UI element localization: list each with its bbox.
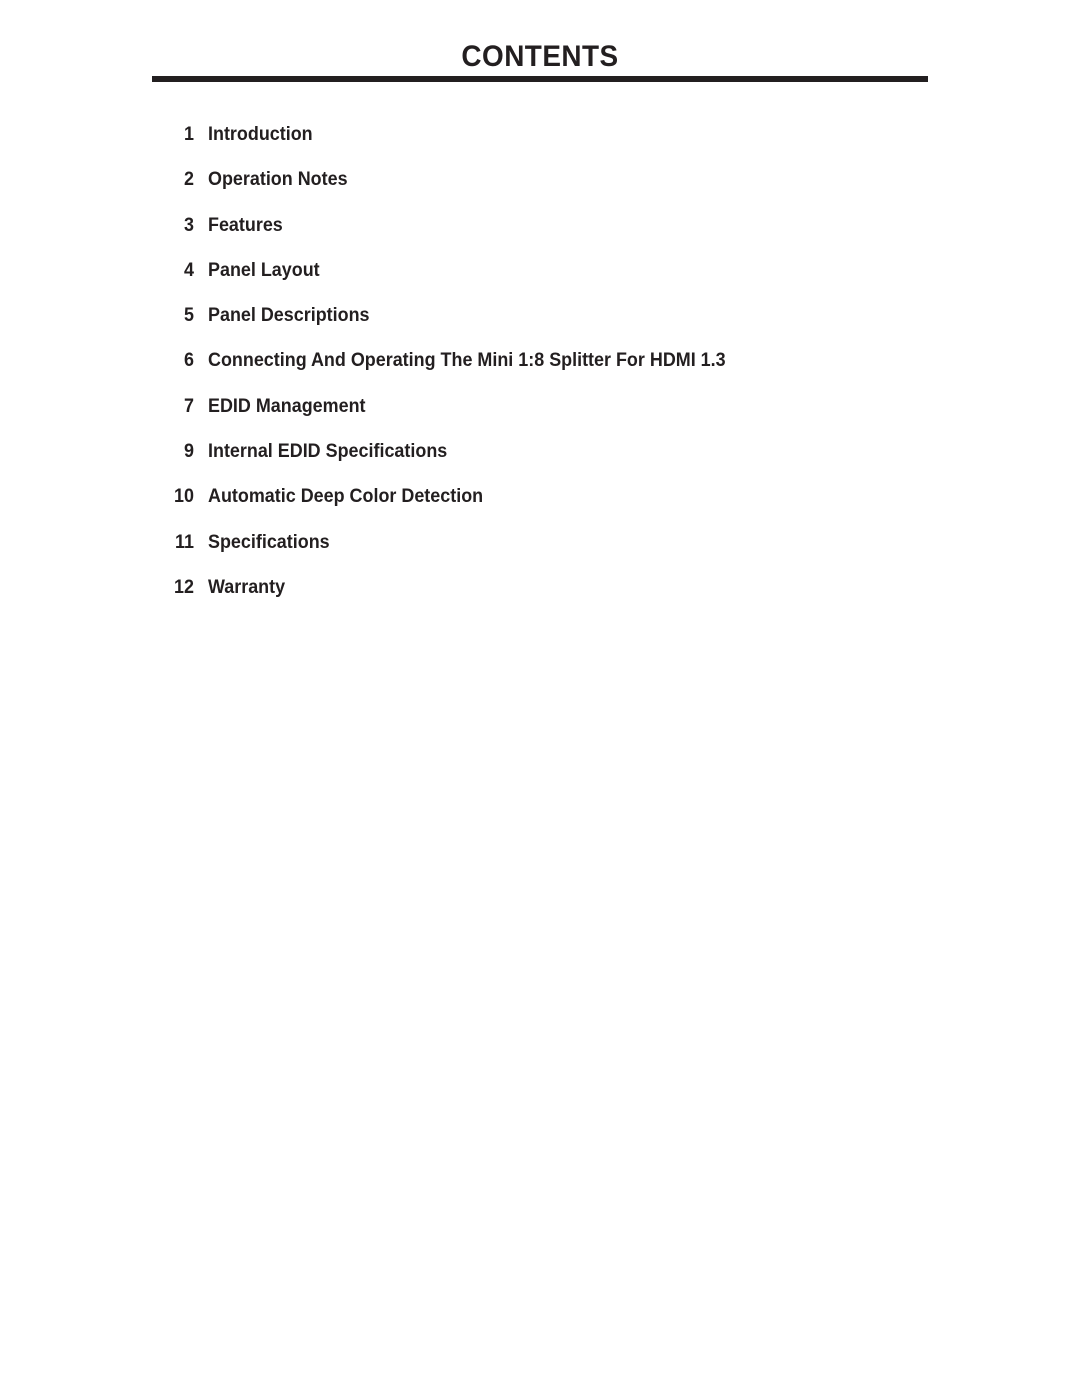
toc-entry-label: Introduction: [208, 123, 313, 145]
page-header: CONTENTS: [152, 40, 928, 82]
toc-entry-number: 10: [174, 485, 194, 508]
toc-entry-number: 1: [184, 123, 194, 145]
toc-entry-number: 2: [184, 168, 194, 191]
toc-entry-label: Internal EDID Specifications: [208, 440, 448, 463]
toc-entry[interactable]: 6 Connecting And Operating The Mini 1:8 S…: [152, 348, 952, 393]
toc-entry[interactable]: 12 Warranty: [152, 575, 952, 620]
toc-entry-number: 3: [184, 213, 194, 236]
toc-entry[interactable]: 10 Automatic Deep Color Detection: [152, 484, 952, 529]
toc-entry-label: Panel Descriptions: [208, 304, 370, 327]
toc-entry-number: 12: [174, 575, 194, 598]
toc-entry-number: 9: [184, 440, 194, 463]
toc-entry[interactable]: 4 Panel Layout: [152, 258, 952, 303]
toc-entry[interactable]: 7 EDID Management: [152, 394, 952, 439]
toc-entry[interactable]: 11 Specifications: [152, 530, 952, 575]
toc-entry-number: 4: [184, 258, 194, 281]
toc-entry-label: Operation Notes: [208, 168, 348, 191]
toc-entry[interactable]: 5 Panel Descriptions: [152, 303, 952, 348]
toc-entry[interactable]: 3 Features: [152, 213, 952, 258]
toc-entry-label: Connecting And Operating The Mini 1:8 Sp…: [208, 349, 726, 372]
toc-entry-label: Specifications: [208, 530, 330, 553]
toc-entry-number: 5: [184, 304, 194, 327]
toc-entry-number: 6: [184, 349, 194, 372]
toc-entry-label: Warranty: [208, 575, 286, 598]
document-page: CONTENTS 1 Introduction 2 Operation Notes 3 F…: [0, 0, 1080, 1397]
toc-entry-number: 11: [175, 530, 194, 553]
toc-entry-label: Panel Layout: [208, 258, 320, 281]
toc-entry[interactable]: 2 Operation Notes: [152, 167, 952, 212]
toc-entry[interactable]: 9 Internal EDID Specifications: [152, 439, 952, 484]
toc-entry-label: Automatic Deep Color Detection: [208, 485, 484, 508]
toc-entry-label: EDID Management: [208, 394, 366, 417]
title-divider-rule: [152, 76, 928, 82]
page-title: CONTENTS: [461, 40, 619, 73]
toc-entry-number: 7: [184, 394, 194, 417]
toc-entry-label: Features: [208, 213, 283, 236]
toc-entry[interactable]: 1 Introduction: [152, 122, 952, 167]
table-of-contents: 1 Introduction 2 Operation Notes 3 Features 4 P…: [152, 122, 952, 620]
